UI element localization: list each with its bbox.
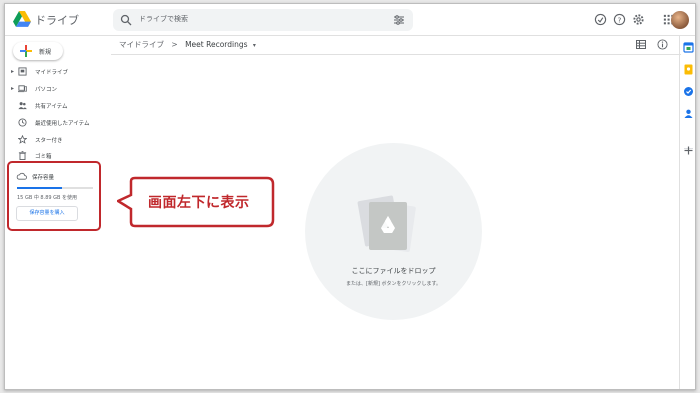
buy-storage-button[interactable]: 保存容量を購入 <box>16 206 78 221</box>
settings-gear-icon[interactable] <box>632 13 645 26</box>
search-icon[interactable] <box>120 14 132 26</box>
sidebar-item-label: 最近使用したアイテム <box>35 121 90 127</box>
offline-status-icon[interactable] <box>594 13 607 26</box>
contacts-icon[interactable] <box>683 108 694 119</box>
side-panel-rail <box>679 36 695 389</box>
info-icon[interactable] <box>657 39 668 50</box>
sidebar-item-label: ゴミ箱 <box>35 154 52 160</box>
drop-zone-subtitle: または、[新規] ボタンをクリックします。 <box>346 281 441 287</box>
breadcrumb-separator: > <box>171 40 178 49</box>
list-view-icon[interactable] <box>636 40 646 49</box>
storage-label[interactable]: 保存容量 <box>32 173 54 181</box>
clock-icon <box>18 118 27 127</box>
svg-text:?: ? <box>618 15 622 24</box>
storage-progress-bar <box>17 187 93 189</box>
account-avatar[interactable] <box>671 11 689 29</box>
storage-highlight-box: 保存容量 15 GB 中 8.89 GB を使用 保存容量を購入 <box>7 161 101 231</box>
sidebar-item-starred[interactable]: スター付き <box>5 133 105 147</box>
new-button[interactable]: 新規 <box>13 42 63 60</box>
search-input[interactable]: ドライブで検索 <box>139 14 188 24</box>
files-illustration-icon <box>357 195 416 253</box>
trash-icon <box>18 151 27 160</box>
plus-icon <box>20 45 32 57</box>
add-addon-icon[interactable] <box>683 145 694 156</box>
annotation-text: 画面左下に表示 <box>148 195 250 211</box>
expand-caret-icon[interactable]: ▸ <box>11 85 14 92</box>
drive-window: ドライブ ドライブで検索 ? 新規 ▸ マイドライブ ▸ パソコン 共有アイテム… <box>4 3 696 390</box>
sidebar-item-my-drive[interactable]: ▸ マイドライブ <box>5 65 105 79</box>
storage-progress-fill <box>17 187 62 189</box>
shared-icon <box>18 102 27 110</box>
top-bar: ドライブ ドライブで検索 ? <box>5 4 695 36</box>
sidebar-item-recent[interactable]: 最近使用したアイテム <box>5 116 105 130</box>
chevron-down-icon[interactable]: ▾ <box>253 42 256 49</box>
star-icon <box>18 135 27 144</box>
sidebar-item-label: マイドライブ <box>35 70 69 76</box>
help-icon[interactable]: ? <box>613 13 626 26</box>
breadcrumb-root[interactable]: マイドライブ <box>119 40 164 49</box>
sidebar-item-computers[interactable]: ▸ パソコン <box>5 82 105 96</box>
drop-zone-title: ここにファイルをドロップ <box>351 267 436 275</box>
new-button-label: 新規 <box>39 49 52 56</box>
sidebar-item-label: パソコン <box>35 87 58 93</box>
cloud-icon <box>16 172 27 180</box>
search-bar[interactable]: ドライブで検索 <box>113 9 413 31</box>
sidebar-item-label: 共有アイテム <box>35 104 68 110</box>
calendar-icon[interactable] <box>683 42 694 53</box>
search-options-icon[interactable] <box>393 14 405 26</box>
sidebar-item-label: スター付き <box>35 138 63 144</box>
sidebar-item-shared[interactable]: 共有アイテム <box>5 99 105 113</box>
drive-logo-icon[interactable] <box>13 11 31 27</box>
storage-usage-text: 15 GB 中 8.89 GB を使用 <box>17 195 78 201</box>
keep-icon[interactable] <box>683 64 694 75</box>
toolbar-divider <box>111 54 681 55</box>
breadcrumb: マイドライブ > Meet Recordings ▾ <box>119 39 256 53</box>
expand-caret-icon[interactable]: ▸ <box>11 68 14 75</box>
breadcrumb-current[interactable]: Meet Recordings <box>185 40 247 49</box>
my-drive-icon <box>18 67 27 76</box>
app-name: ドライブ <box>35 14 79 27</box>
computer-icon <box>18 85 27 93</box>
tasks-icon[interactable] <box>683 86 694 97</box>
